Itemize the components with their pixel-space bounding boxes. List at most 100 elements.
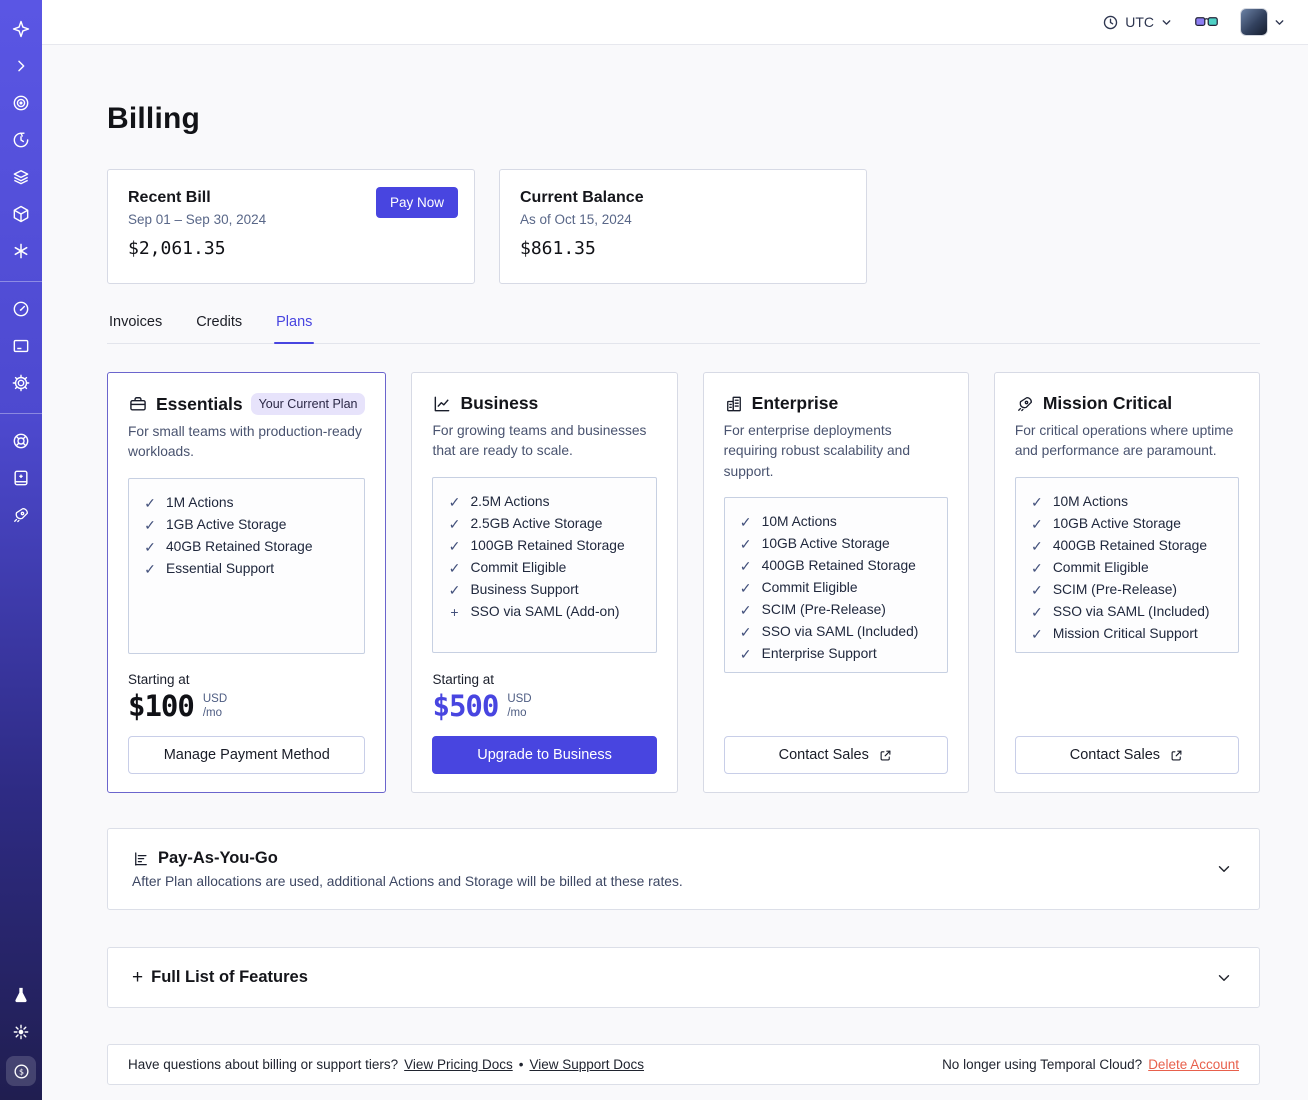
button-label: Upgrade to Business (477, 747, 612, 763)
footer-question: Have questions about billing or support … (128, 1057, 399, 1072)
workflows-cube-icon[interactable] (8, 201, 34, 227)
support-lifebuoy-icon[interactable] (8, 428, 34, 454)
payg-accordion[interactable]: Pay-As-You-Go After Plan allocations are… (107, 828, 1260, 910)
clock-icon (1102, 14, 1119, 31)
tab-invoices[interactable]: Invoices (107, 314, 164, 343)
contact-sales-button[interactable]: Contact Sales (723, 736, 948, 774)
feature-item: ✓ 2.5GB Active Storage (447, 513, 641, 535)
sidebar-divider (0, 281, 42, 282)
user-menu[interactable] (1240, 8, 1286, 36)
feature-item: ✓ 2.5M Actions (447, 491, 641, 513)
price-period: /mo (202, 707, 223, 719)
upgrade-business-button[interactable]: Upgrade to Business (432, 736, 657, 774)
chevron-down-icon[interactable] (1215, 860, 1233, 878)
external-link-icon (878, 748, 893, 763)
feature-box: ✓ 2.5M Actions ✓ 2.5GB Active Storage ✓ 100… (432, 477, 657, 653)
check-icon: ✓ (144, 561, 156, 577)
avatar (1240, 8, 1268, 36)
full-features-accordion[interactable]: + Full List of Features (107, 947, 1260, 1008)
feature-item: ✓ 400GB Retained Storage (739, 555, 933, 577)
theme-sun-icon[interactable] (8, 1019, 34, 1045)
getting-started-rocket-icon[interactable] (8, 502, 34, 528)
plus-icon: + (450, 604, 459, 620)
feature-item: ✓ SSO via SAML (Included) (1030, 601, 1224, 623)
current-balance-asof: As of Oct 15, 2024 (520, 212, 632, 227)
feature-item: ✓ 400GB Retained Storage (1030, 535, 1224, 557)
check-icon: ✓ (1030, 604, 1043, 620)
support-docs-link[interactable]: View Support Docs (529, 1057, 644, 1072)
feature-text: SSO via SAML (Included) (1052, 604, 1210, 619)
timezone-selector[interactable]: UTC (1102, 14, 1173, 31)
button-label: Contact Sales (778, 747, 869, 763)
plan-card-enterprise: Enterprise For enterprise deployments re… (702, 372, 969, 793)
settings-gear-icon[interactable] (8, 370, 34, 396)
feature-item: ✓ SSO via SAML (Included) (739, 621, 933, 643)
deployments-layers-icon[interactable] (8, 164, 34, 190)
check-icon: ✓ (448, 494, 461, 510)
sidebar: $ (0, 0, 42, 1100)
labs-flask-icon[interactable] (8, 982, 34, 1008)
feature-item: ✓ Mission Critical Support (1030, 623, 1224, 645)
feedback-glasses-icon[interactable] (1195, 14, 1218, 31)
check-icon: ✓ (448, 538, 461, 554)
feature-text: SCIM (Pre-Release) (761, 602, 886, 618)
feature-text: Essential Support (166, 561, 275, 576)
full-features-title: Full List of Features (151, 968, 308, 986)
recent-bill-amount: $2,061.35 (128, 238, 226, 259)
check-icon: ✓ (1030, 560, 1043, 576)
nexus-asterisk-icon[interactable] (8, 238, 34, 264)
summary-row: Recent Bill Sep 01 – Sep 30, 2024 $2,061… (107, 169, 1260, 284)
feature-item: ✓ 10GB Active Storage (739, 533, 933, 555)
compass-star-icon[interactable] (8, 16, 34, 42)
plan-name: Enterprise (751, 393, 839, 413)
plan-description: For small teams with production-ready wo… (128, 424, 362, 460)
chevron-right-icon[interactable] (8, 53, 34, 79)
contact-sales-button[interactable]: Contact Sales (1014, 736, 1239, 774)
schedules-clock-icon[interactable] (8, 127, 34, 153)
page-title: Billing (107, 102, 201, 135)
feature-text: SSO via SAML (Included) (761, 624, 919, 640)
pay-now-button[interactable]: Pay Now (375, 187, 458, 218)
feature-item: ✓ 10M Actions (1030, 491, 1224, 513)
tab-plans[interactable]: Plans (274, 314, 315, 344)
billing-dollar-icon[interactable]: $ (6, 1056, 36, 1086)
feature-text: Business Support (470, 582, 579, 597)
namespaces-icon[interactable] (8, 90, 34, 116)
delete-account-link[interactable]: Delete Account (1148, 1057, 1239, 1072)
price-currency: USD (507, 692, 532, 705)
feature-text: 100GB Retained Storage (470, 538, 625, 553)
docs-book-icon[interactable] (8, 465, 34, 491)
feature-item: ✓ SCIM (Pre-Release) (1030, 579, 1224, 601)
feature-item: ✓ 40GB Retained Storage (143, 536, 350, 558)
feature-item: ✓ Enterprise Support (739, 643, 933, 665)
feature-item: ✓ Commit Eligible (739, 577, 933, 599)
billing-card-icon[interactable] (8, 333, 34, 359)
check-icon: ✓ (1030, 494, 1043, 510)
billing-tabs: Invoices Credits Plans (107, 314, 1260, 344)
feature-text: 1GB Active Storage (166, 517, 287, 532)
check-icon: ✓ (739, 646, 752, 663)
feature-text: 10M Actions (761, 514, 837, 530)
bullet-separator: • (518, 1057, 524, 1072)
check-icon: ✓ (144, 517, 156, 533)
feature-item: ✓ 1M Actions (143, 492, 350, 514)
plan-card-mission-critical: Mission Critical For critical operations… (993, 372, 1260, 793)
tab-credits[interactable]: Credits (194, 314, 244, 343)
chevron-down-icon[interactable] (1215, 969, 1233, 987)
current-balance-card: Current Balance As of Oct 15, 2024 $861.… (499, 169, 867, 284)
check-icon: ✓ (1030, 582, 1043, 598)
check-icon: ✓ (448, 560, 461, 576)
manage-payment-button[interactable]: Manage Payment Method (128, 736, 366, 774)
chevron-down-icon (1273, 16, 1286, 29)
chevron-down-icon (1160, 16, 1173, 29)
plan-price: $500 (432, 689, 499, 723)
price-period: /mo (507, 707, 527, 719)
usage-gauge-icon[interactable] (8, 296, 34, 322)
check-icon: ✓ (739, 624, 752, 641)
payg-title: Pay-As-You-Go (158, 849, 278, 867)
feature-box: ✓ 10M Actions ✓ 10GB Active Storage ✓ 400GB… (723, 497, 948, 674)
footer-bar: Have questions about billing or support … (107, 1044, 1260, 1085)
plans-row: Essentials Your Current Plan For small t… (107, 372, 1260, 793)
feature-item: ✓ 100GB Retained Storage (447, 535, 641, 557)
pricing-docs-link[interactable]: View Pricing Docs (404, 1057, 513, 1072)
